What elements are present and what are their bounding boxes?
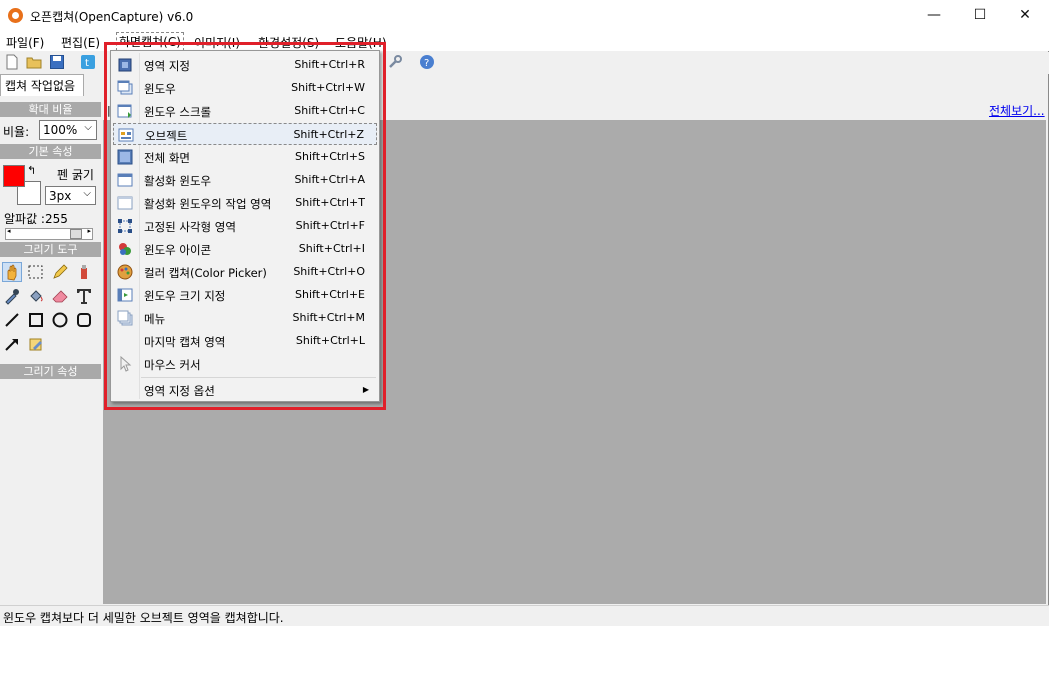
zoom-label: 비율: xyxy=(3,125,30,139)
swap-colors-icon[interactable]: ↰ xyxy=(27,164,36,177)
basic-props-header: 기본 속성 xyxy=(0,144,101,159)
minimize-button[interactable]: — xyxy=(911,0,957,31)
zoom-select[interactable]: 100% ⌵ xyxy=(39,120,97,140)
eraser-icon[interactable] xyxy=(50,286,70,306)
hand-icon[interactable] xyxy=(2,262,22,282)
twitter-icon[interactable]: t xyxy=(80,54,96,70)
open-folder-icon[interactable] xyxy=(26,54,42,70)
close-button[interactable]: ✕ xyxy=(1002,0,1048,31)
status-text: 윈도우 캡쳐보다 더 세밀한 오브젝트 영역을 캡쳐합니다. xyxy=(3,611,284,625)
title-bar: 오픈캡쳐(OpenCapture) v6.0 — ☐ ✕ xyxy=(0,0,1049,31)
window-title: 오픈캡쳐(OpenCapture) v6.0 xyxy=(30,10,194,24)
highlight-annotation-box xyxy=(104,42,386,410)
sidebar: 확대 비율 비율: 100% ⌵ 기본 속성 ↰ 펜 굵기 3px ⌵ 알파값 … xyxy=(0,96,101,604)
new-file-icon[interactable] xyxy=(4,54,20,70)
pen-width-label: 펜 굵기 xyxy=(57,168,94,182)
pencil-icon[interactable] xyxy=(50,262,70,282)
slider-left-icon: ◂ xyxy=(7,227,11,235)
menu-file[interactable]: 파일(F) xyxy=(6,34,44,51)
zoom-header: 확대 비율 xyxy=(0,102,101,117)
app-logo-icon xyxy=(8,8,23,23)
status-bar: 윈도우 캡쳐보다 더 세밀한 오브젝트 영역을 캡쳐합니다. xyxy=(0,605,1049,626)
ellipse-icon[interactable] xyxy=(50,310,70,330)
note-icon[interactable] xyxy=(26,334,46,354)
chevron-down-icon: ⌵ xyxy=(83,188,91,199)
rounded-rect-icon[interactable] xyxy=(74,310,94,330)
maximize-button[interactable]: ☐ xyxy=(957,0,1003,31)
foreground-color-swatch[interactable] xyxy=(3,165,25,187)
eyedropper-icon[interactable] xyxy=(2,286,22,306)
chevron-down-icon: ⌵ xyxy=(84,122,92,133)
arrow-icon[interactable] xyxy=(2,334,22,354)
pen-width-value: 3px xyxy=(49,189,72,203)
zoom-value: 100% xyxy=(43,123,78,137)
alpha-label: 알파값 :255 xyxy=(4,212,68,226)
svg-text:?: ? xyxy=(424,58,429,69)
wrench-icon[interactable] xyxy=(387,54,403,70)
tab-capture-empty[interactable]: 캡쳐 작업없음 xyxy=(0,74,84,96)
highlighter-icon[interactable] xyxy=(74,262,94,282)
menu-edit[interactable]: 편집(E) xyxy=(61,34,100,51)
pen-width-select[interactable]: 3px ⌵ xyxy=(45,186,96,205)
view-all-link[interactable]: 전체보기... xyxy=(989,102,1045,119)
save-icon[interactable] xyxy=(49,54,65,70)
slider-right-icon: ▸ xyxy=(87,227,91,235)
draw-props-header: 그리기 속성 xyxy=(0,364,101,379)
slider-thumb[interactable] xyxy=(70,229,82,239)
text-icon[interactable] xyxy=(74,286,94,306)
svg-text:t: t xyxy=(85,58,89,69)
alpha-slider[interactable]: ◂ ▸ xyxy=(5,227,93,240)
draw-tools-header: 그리기 도구 xyxy=(0,242,101,257)
rect-select-icon[interactable] xyxy=(26,262,46,282)
rectangle-icon[interactable] xyxy=(26,310,46,330)
help-icon[interactable]: ? xyxy=(419,54,435,70)
fill-bucket-icon[interactable] xyxy=(26,286,46,306)
line-icon[interactable] xyxy=(2,310,22,330)
